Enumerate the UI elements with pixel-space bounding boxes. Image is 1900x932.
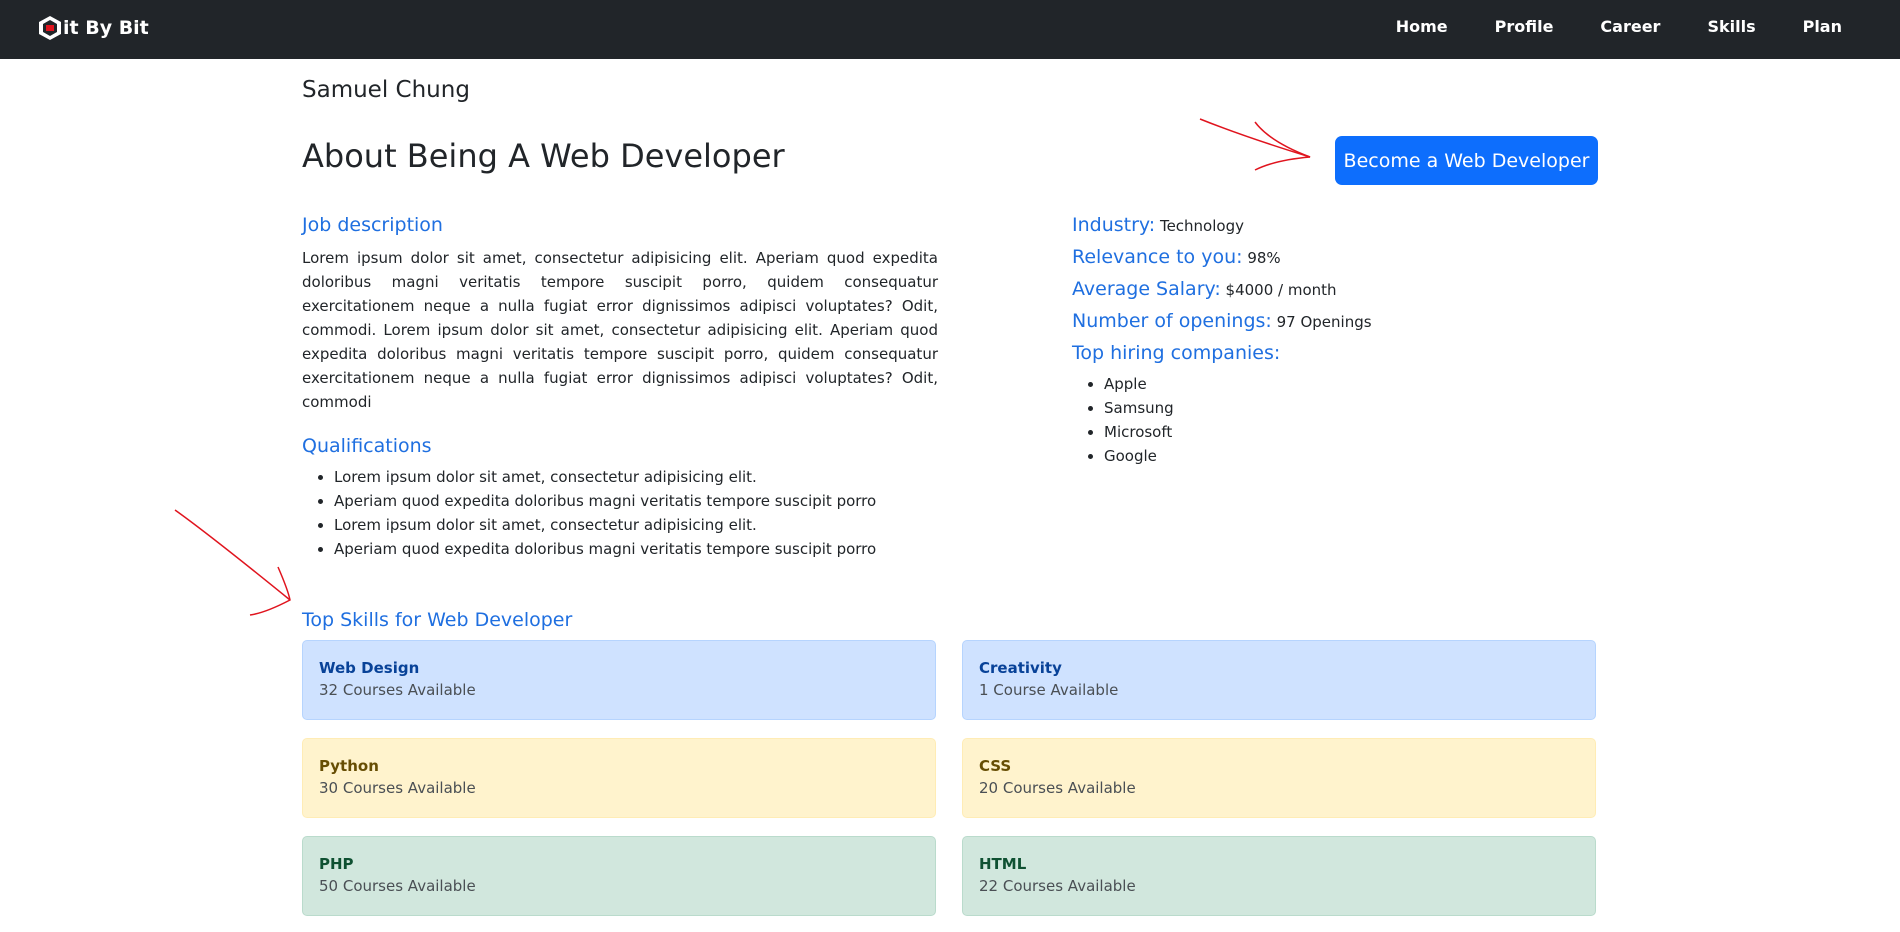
list-item: Samsung bbox=[1104, 396, 1174, 420]
list-item: Lorem ipsum dolor sit amet, consectetur … bbox=[334, 513, 876, 537]
skill-name: Web Design bbox=[319, 659, 420, 677]
nav-home-link[interactable]: Home bbox=[1396, 17, 1448, 36]
salary-row: Average Salary: $4000 / month bbox=[1072, 278, 1337, 300]
skill-name: HTML bbox=[979, 855, 1027, 873]
industry-label: Industry: bbox=[1072, 214, 1156, 236]
job-description-heading: Job description bbox=[302, 214, 443, 236]
qualifications-list: Lorem ipsum dolor sit amet, consectetur … bbox=[302, 465, 876, 561]
relevance-label: Relevance to you: bbox=[1072, 246, 1243, 268]
job-description-text: Lorem ipsum dolor sit amet, consectetur … bbox=[302, 249, 938, 411]
skill-card-web-design[interactable]: Web Design 32 Courses Available bbox=[302, 640, 936, 720]
annotation-arrow-down bbox=[174, 509, 291, 616]
brand-name: it By Bit bbox=[63, 17, 149, 39]
skill-name: CSS bbox=[979, 757, 1012, 775]
nav-links: Home Profile Career Skills Plan bbox=[1349, 17, 1842, 36]
user-name: Samuel Chung bbox=[302, 77, 470, 103]
industry-row: Industry: Technology bbox=[1072, 214, 1244, 236]
openings-value: 97 Openings bbox=[1276, 313, 1372, 331]
qualifications-heading: Qualifications bbox=[302, 435, 432, 457]
skill-card-creativity[interactable]: Creativity 1 Course Available bbox=[962, 640, 1596, 720]
salary-label: Average Salary: bbox=[1072, 278, 1221, 300]
brand-logo-link[interactable]: it By Bit bbox=[38, 15, 149, 41]
skill-card-css[interactable]: CSS 20 Courses Available bbox=[962, 738, 1596, 818]
companies-label: Top hiring companies: bbox=[1072, 342, 1281, 364]
skill-course-count: 50 Courses Available bbox=[319, 877, 476, 895]
page-title: About Being A Web Developer bbox=[302, 137, 785, 175]
brand-logo-icon bbox=[39, 16, 61, 40]
openings-label: Number of openings: bbox=[1072, 310, 1272, 332]
list-item: Aperiam quod expedita doloribus magni ve… bbox=[334, 489, 876, 513]
skill-course-count: 32 Courses Available bbox=[319, 681, 476, 699]
skill-name: PHP bbox=[319, 855, 354, 873]
skill-card-php[interactable]: PHP 50 Courses Available bbox=[302, 836, 936, 916]
annotation-arrow-right bbox=[1199, 118, 1311, 171]
nav-skills-link[interactable]: Skills bbox=[1707, 17, 1755, 36]
list-item: Microsoft bbox=[1104, 420, 1174, 444]
relevance-value: 98% bbox=[1247, 249, 1281, 267]
companies-list: Apple Samsung Microsoft Google bbox=[1072, 372, 1174, 468]
top-navbar: it By Bit Home Profile Career Skills Pla… bbox=[0, 0, 1900, 59]
become-web-developer-button[interactable]: Become a Web Developer bbox=[1335, 136, 1598, 185]
list-item: Apple bbox=[1104, 372, 1174, 396]
skill-name: Python bbox=[319, 757, 379, 775]
skill-course-count: 1 Course Available bbox=[979, 681, 1119, 699]
industry-value: Technology bbox=[1159, 217, 1244, 235]
openings-row: Number of openings: 97 Openings bbox=[1072, 310, 1372, 332]
relevance-row: Relevance to you: 98% bbox=[1072, 246, 1281, 268]
nav-plan-link[interactable]: Plan bbox=[1803, 17, 1842, 36]
top-skills-heading: Top Skills for Web Developer bbox=[302, 609, 573, 631]
skill-course-count: 30 Courses Available bbox=[319, 779, 476, 797]
skill-course-count: 20 Courses Available bbox=[979, 779, 1136, 797]
nav-career-link[interactable]: Career bbox=[1600, 17, 1660, 36]
skill-card-html[interactable]: HTML 22 Courses Available bbox=[962, 836, 1596, 916]
skill-name: Creativity bbox=[979, 659, 1062, 677]
skill-course-count: 22 Courses Available bbox=[979, 877, 1136, 895]
nav-profile-link[interactable]: Profile bbox=[1495, 17, 1554, 36]
list-item: Google bbox=[1104, 444, 1174, 468]
salary-value: $4000 / month bbox=[1225, 281, 1337, 299]
skill-card-python[interactable]: Python 30 Courses Available bbox=[302, 738, 936, 818]
list-item: Aperiam quod expedita doloribus magni ve… bbox=[334, 537, 876, 561]
list-item: Lorem ipsum dolor sit amet, consectetur … bbox=[334, 465, 876, 489]
companies-row: Top hiring companies: bbox=[1072, 342, 1280, 364]
